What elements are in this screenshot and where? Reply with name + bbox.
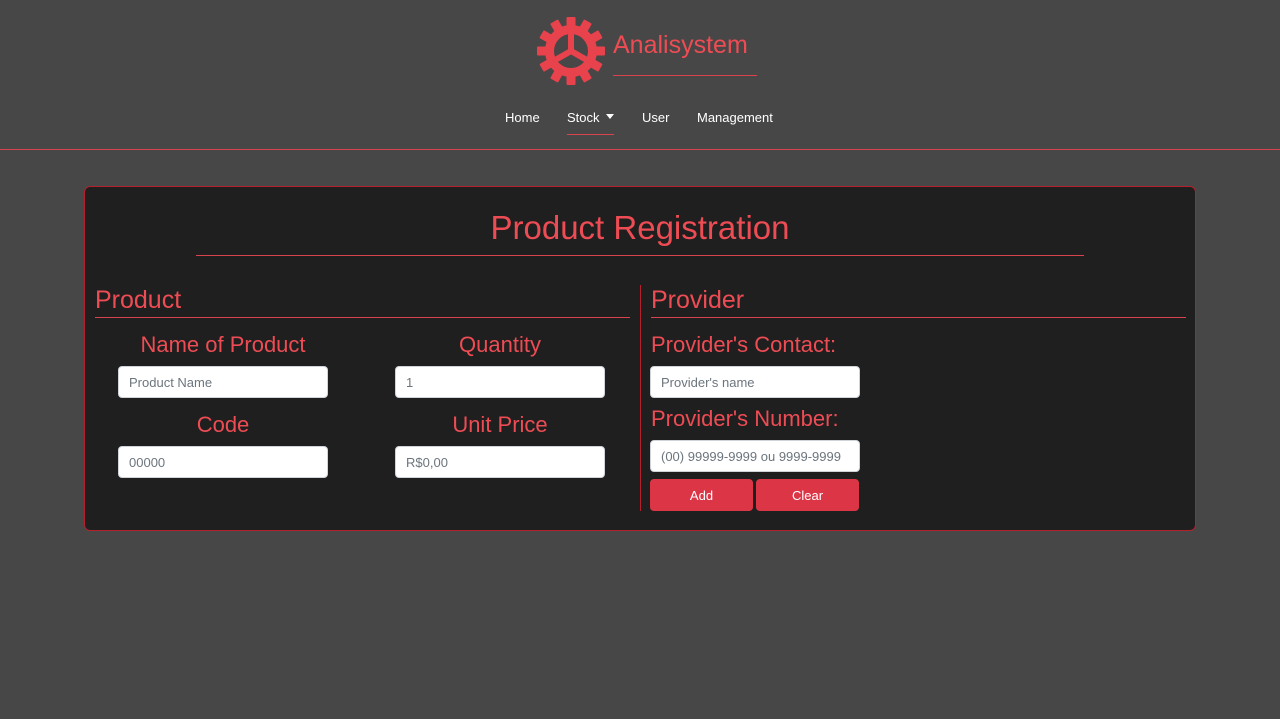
product-name-input[interactable] bbox=[118, 366, 328, 398]
product-section-title: Product bbox=[95, 286, 182, 314]
brand[interactable]: Analisystem bbox=[536, 16, 766, 86]
code-label: Code bbox=[196, 412, 250, 437]
unit-price-input[interactable] bbox=[395, 446, 605, 478]
nav-user[interactable]: User bbox=[642, 108, 669, 128]
product-registration-card: Product Registration Product Name of Pro… bbox=[84, 186, 1196, 531]
product-section-underline bbox=[95, 317, 630, 318]
section-divider bbox=[640, 285, 641, 511]
provider-section-underline bbox=[651, 317, 1186, 318]
provider-contact-label: Provider's Contact: bbox=[651, 332, 837, 357]
code-input[interactable] bbox=[118, 446, 328, 478]
clear-button[interactable]: Clear bbox=[756, 479, 859, 511]
nav-management[interactable]: Management bbox=[697, 108, 773, 128]
product-name-label: Name of Product bbox=[140, 332, 306, 357]
nav-stock-label: Stock bbox=[567, 110, 600, 125]
quantity-label: Quantity bbox=[459, 332, 541, 357]
provider-section-title: Provider bbox=[651, 286, 745, 314]
brand-name: Analisystem bbox=[613, 31, 748, 59]
provider-number-input[interactable] bbox=[650, 440, 860, 472]
caret-down-icon bbox=[605, 114, 614, 119]
add-button[interactable]: Add bbox=[650, 479, 753, 511]
quantity-input[interactable] bbox=[395, 366, 605, 398]
provider-contact-input[interactable] bbox=[650, 366, 860, 398]
brand-underline bbox=[613, 75, 757, 76]
site-header: Analisystem Home Stock User Management bbox=[0, 0, 1280, 150]
nav-home[interactable]: Home bbox=[505, 108, 540, 128]
nav-stock[interactable]: Stock bbox=[567, 108, 614, 135]
gear-icon bbox=[537, 17, 605, 85]
provider-number-label: Provider's Number: bbox=[651, 406, 839, 431]
main-nav: Home Stock User Management bbox=[0, 108, 1280, 138]
unit-price-label: Unit Price bbox=[452, 412, 548, 437]
page-title: Product Registration bbox=[490, 209, 790, 246]
title-underline bbox=[196, 255, 1084, 256]
